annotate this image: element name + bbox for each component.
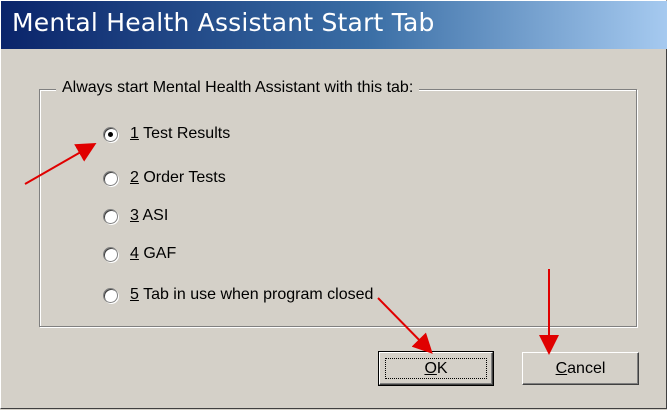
arrow-to-test-results: [24, 143, 97, 185]
annotation-arrows: [24, 143, 559, 355]
dialog-window: Mental Health Assistant Start Tab Always…: [0, 0, 667, 409]
arrow-to-ok-button: [377, 297, 433, 354]
